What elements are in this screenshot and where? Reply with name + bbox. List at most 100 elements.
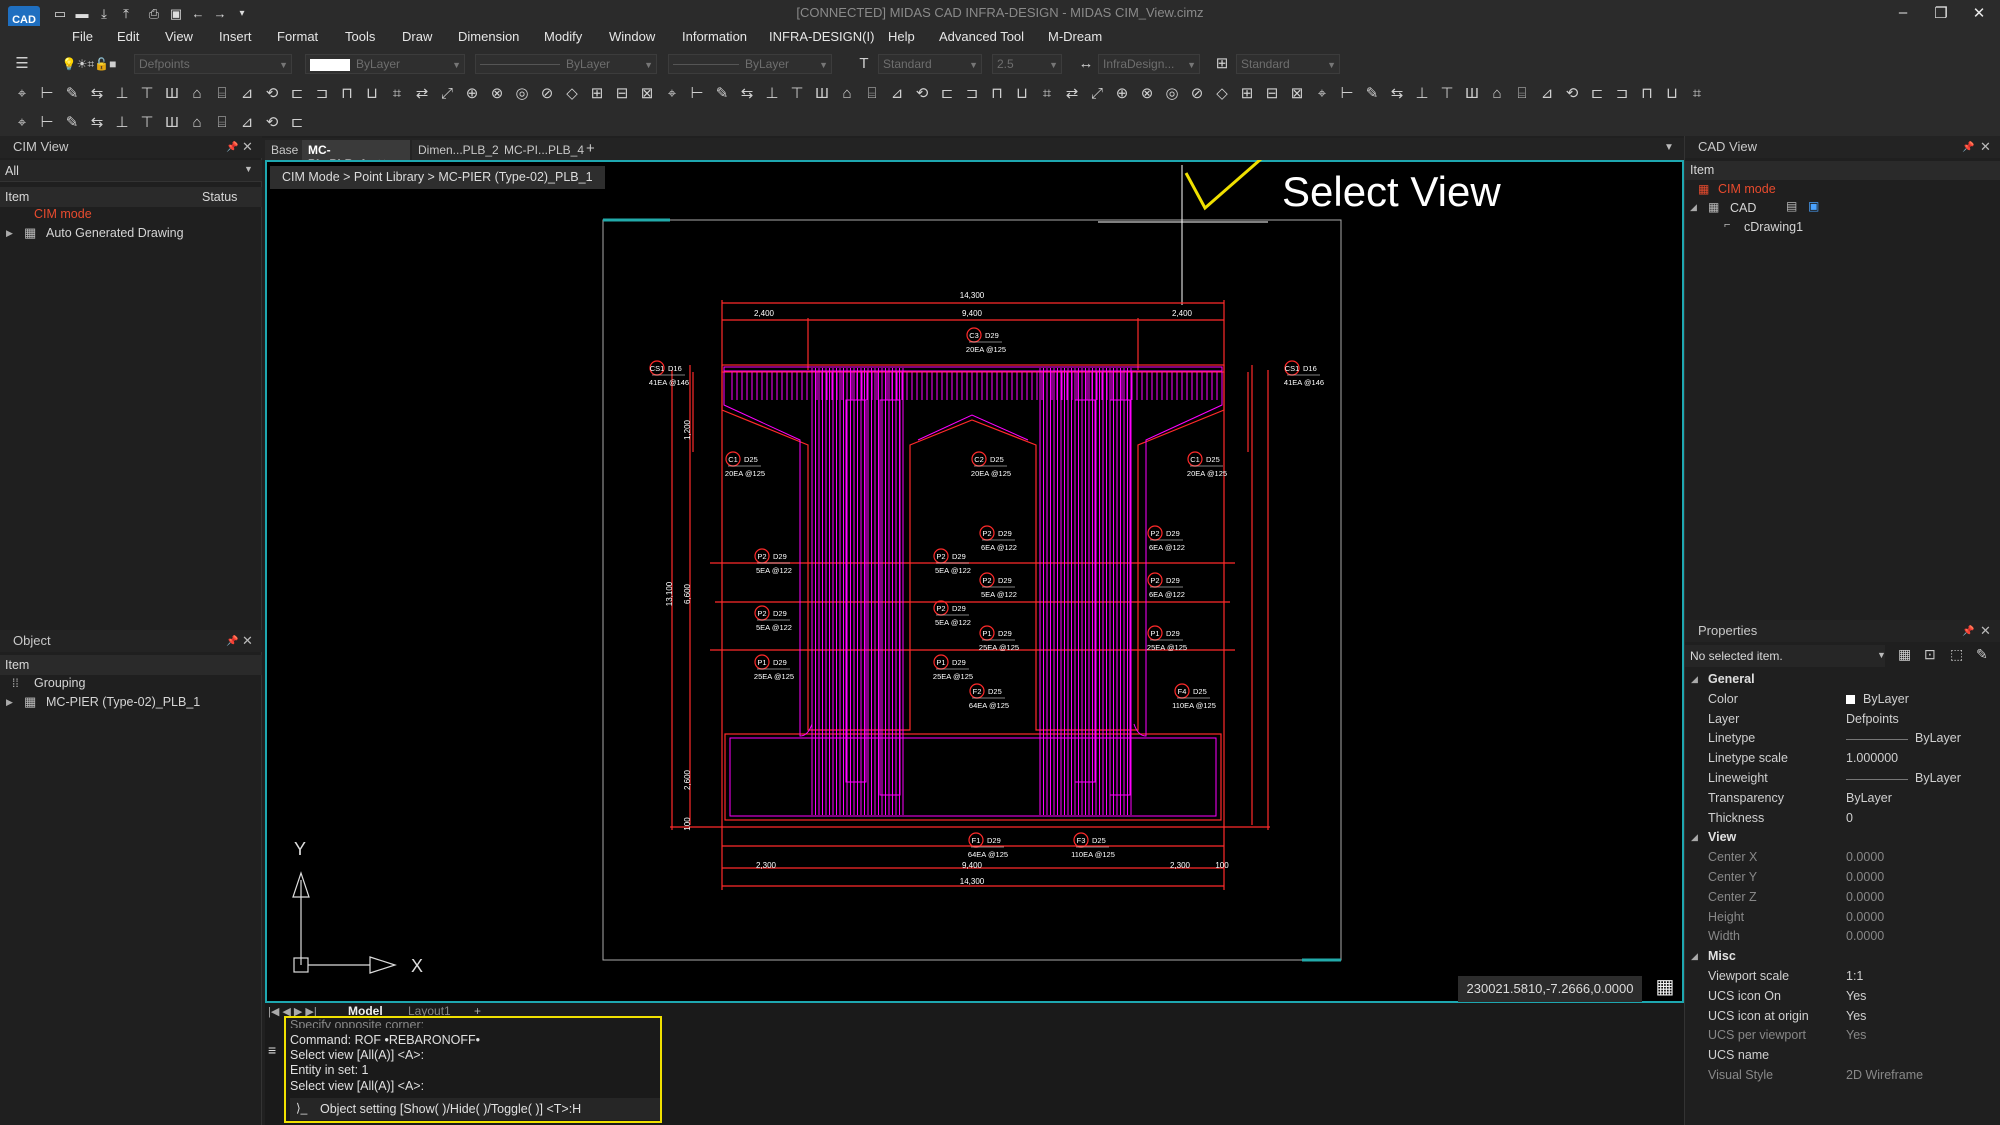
toolbar-tool-icon[interactable]: ⌗ bbox=[1037, 84, 1057, 104]
toolbar-tool-icon[interactable]: ⌖ bbox=[12, 84, 32, 104]
toolbar-tool-icon[interactable]: ⊔ bbox=[362, 84, 382, 104]
view-toggle-icon[interactable]: ▤ bbox=[1786, 199, 1797, 213]
property-value[interactable]: 1.000000 bbox=[1846, 751, 1898, 765]
toolbar-tool-icon[interactable]: ⊞ bbox=[587, 84, 607, 104]
collapse-icon[interactable]: ◢ bbox=[1690, 202, 1697, 213]
collapse-icon[interactable]: ◢ bbox=[1691, 674, 1698, 685]
toolbar-tool-icon[interactable]: ⊢ bbox=[37, 84, 57, 104]
close-icon[interactable]: ✕ bbox=[242, 139, 253, 155]
menu-tools[interactable]: Tools bbox=[345, 29, 375, 44]
menu-window[interactable]: Window bbox=[609, 29, 655, 44]
close-icon[interactable]: ✕ bbox=[242, 633, 253, 649]
toolbar-tool-icon[interactable]: ⊿ bbox=[1537, 84, 1557, 104]
menu-information[interactable]: Information bbox=[682, 29, 747, 44]
toolbar-tool-icon[interactable]: ⊤ bbox=[787, 84, 807, 104]
property-section[interactable]: Misc bbox=[1708, 949, 1736, 963]
toolbar-tool-icon[interactable]: ⌖ bbox=[662, 84, 682, 104]
toolbar-tool-icon[interactable]: ⊐ bbox=[962, 84, 982, 104]
property-value[interactable]: 0.0000 bbox=[1846, 850, 1884, 864]
toolbar-tool-icon[interactable]: ◇ bbox=[562, 84, 582, 104]
toolbar-tool-icon[interactable]: ⟲ bbox=[262, 113, 282, 133]
property-value[interactable]: Yes bbox=[1846, 989, 1866, 1003]
toolbar-tool-icon[interactable]: ⇆ bbox=[1387, 84, 1407, 104]
toolbar-tool-icon[interactable]: ⊢ bbox=[687, 84, 707, 104]
toolbar-tool-icon[interactable]: ◎ bbox=[1162, 84, 1182, 104]
close-window-icon[interactable]: ✕ bbox=[1964, 4, 1994, 24]
toolbar-tool-icon[interactable]: ◎ bbox=[512, 84, 532, 104]
menu-modify[interactable]: Modify bbox=[544, 29, 582, 44]
menu-draw[interactable]: Draw bbox=[402, 29, 432, 44]
menu-m-dream[interactable]: M-Dream bbox=[1048, 29, 1102, 44]
toolbar-tool-icon[interactable]: ⊔ bbox=[1662, 84, 1682, 104]
toolbar-tool-icon[interactable]: ⌖ bbox=[1312, 84, 1332, 104]
restore-icon[interactable]: ❐ bbox=[1926, 4, 1956, 24]
toolbar-tool-icon[interactable]: ⤢ bbox=[437, 84, 457, 104]
toolbar-tool-icon[interactable]: ⊓ bbox=[337, 84, 357, 104]
layer-combo[interactable]: Defpoints ▼ bbox=[134, 54, 292, 74]
tab-mc-pier-plb-4[interactable]: MC-PI...PLB_4 bbox=[498, 140, 591, 160]
tab-list-dropdown-icon[interactable]: ▼ bbox=[1664, 142, 1674, 153]
collapse-icon[interactable]: ◢ bbox=[1691, 951, 1698, 962]
toolbar-tool-icon[interactable]: ⇆ bbox=[87, 113, 107, 133]
toolbar-tool-icon[interactable]: ⊤ bbox=[137, 84, 157, 104]
cim-filter-select[interactable]: All ▼ bbox=[0, 160, 262, 182]
toolbar-tool-icon[interactable]: ⊥ bbox=[112, 84, 132, 104]
pick-icon[interactable]: ⬚ bbox=[1950, 646, 1963, 663]
toolbar-tool-icon[interactable]: ⊟ bbox=[612, 84, 632, 104]
toolbar-tool-icon[interactable]: ⌂ bbox=[187, 84, 207, 104]
tree-item-cim-mode[interactable]: CIM mode bbox=[1718, 182, 1776, 196]
toolbar-tool-icon[interactable]: ⌗ bbox=[1687, 84, 1707, 104]
tree-item-cim-mode[interactable]: CIM mode bbox=[34, 207, 92, 221]
table-style-icon[interactable]: ⊞ bbox=[1212, 54, 1232, 74]
command-input[interactable]: ⟩_ Object setting [Show( )/Hide( )/Toggl… bbox=[290, 1098, 660, 1120]
toolbar-tool-icon[interactable]: ⌗ bbox=[387, 84, 407, 104]
color-combo[interactable]: ByLayer ▼ bbox=[305, 54, 465, 74]
toolbar-tool-icon[interactable]: ✎ bbox=[712, 84, 732, 104]
property-value[interactable]: 0.0000 bbox=[1846, 890, 1884, 904]
lineweight-combo[interactable]: ByLayer ▼ bbox=[668, 54, 832, 74]
menu-file[interactable]: File bbox=[72, 29, 93, 44]
menu-format[interactable]: Format bbox=[277, 29, 318, 44]
property-value[interactable]: 2D Wireframe bbox=[1846, 1068, 1923, 1082]
close-icon[interactable]: ✕ bbox=[1980, 623, 1991, 639]
toolbar-tool-icon[interactable]: ⊿ bbox=[237, 113, 257, 133]
toolbar-tool-icon[interactable]: Ш bbox=[812, 84, 832, 104]
toolbar-tool-icon[interactable]: ⊿ bbox=[887, 84, 907, 104]
toolbar-tool-icon[interactable]: ⊟ bbox=[1262, 84, 1282, 104]
table-style-combo[interactable]: Standard ▼ bbox=[1236, 54, 1340, 74]
menu-dimension[interactable]: Dimension bbox=[458, 29, 519, 44]
toolbar-tool-icon[interactable]: ⌸ bbox=[862, 84, 882, 104]
toolbar-tool-icon[interactable]: ⊢ bbox=[1337, 84, 1357, 104]
toolbar-tool-icon[interactable]: ⌸ bbox=[212, 84, 232, 104]
text-style-combo[interactable]: Standard ▼ bbox=[878, 54, 982, 74]
toolbar-tool-icon[interactable]: ⊠ bbox=[637, 84, 657, 104]
toolbar-tool-icon[interactable]: ⊐ bbox=[312, 84, 332, 104]
toolbar-tool-icon[interactable]: ✎ bbox=[1362, 84, 1382, 104]
toolbar-tool-icon[interactable]: ⟲ bbox=[262, 84, 282, 104]
toolbar-tool-icon[interactable]: ✎ bbox=[62, 84, 82, 104]
toolbar-tool-icon[interactable]: ⊥ bbox=[762, 84, 782, 104]
toolbar-tool-icon[interactable]: ⊗ bbox=[487, 84, 507, 104]
toolbar-tool-icon[interactable]: ⊏ bbox=[287, 113, 307, 133]
menu-help[interactable]: Help bbox=[888, 29, 915, 44]
toolbar-tool-icon[interactable]: ⊿ bbox=[237, 84, 257, 104]
menu-view[interactable]: View bbox=[165, 29, 193, 44]
viewport-icon[interactable]: ▣ bbox=[1808, 199, 1819, 213]
quick-select-icon[interactable]: ▦ bbox=[1898, 646, 1911, 663]
toolbar-tool-icon[interactable]: Ш bbox=[1462, 84, 1482, 104]
toolbar-tool-icon[interactable]: ⟲ bbox=[1562, 84, 1582, 104]
dim-style-icon[interactable]: ↔ bbox=[1076, 54, 1096, 74]
toolbar-tool-icon[interactable]: ⊥ bbox=[112, 113, 132, 133]
dim-style-combo[interactable]: InfraDesign... ▼ bbox=[1098, 54, 1200, 74]
property-value[interactable]: 0.0000 bbox=[1846, 929, 1884, 943]
tree-item-mc-pier[interactable]: MC-PIER (Type-02)_PLB_1 bbox=[46, 695, 200, 709]
pin-icon[interactable]: 📌 bbox=[226, 636, 238, 647]
tab-dimension-plb-2[interactable]: Dimen...PLB_2 bbox=[412, 140, 505, 160]
expand-icon[interactable]: ▶ bbox=[6, 697, 13, 708]
toolbar-tool-icon[interactable]: ⌸ bbox=[1512, 84, 1532, 104]
toolbar-tool-icon[interactable]: ⊠ bbox=[1287, 84, 1307, 104]
toolbar-tool-icon[interactable]: ⇄ bbox=[412, 84, 432, 104]
toolbar-tool-icon[interactable]: ⌂ bbox=[837, 84, 857, 104]
toolbar-tool-icon[interactable]: ⊕ bbox=[462, 84, 482, 104]
menu-advanced-tool[interactable]: Advanced Tool bbox=[939, 29, 1024, 44]
